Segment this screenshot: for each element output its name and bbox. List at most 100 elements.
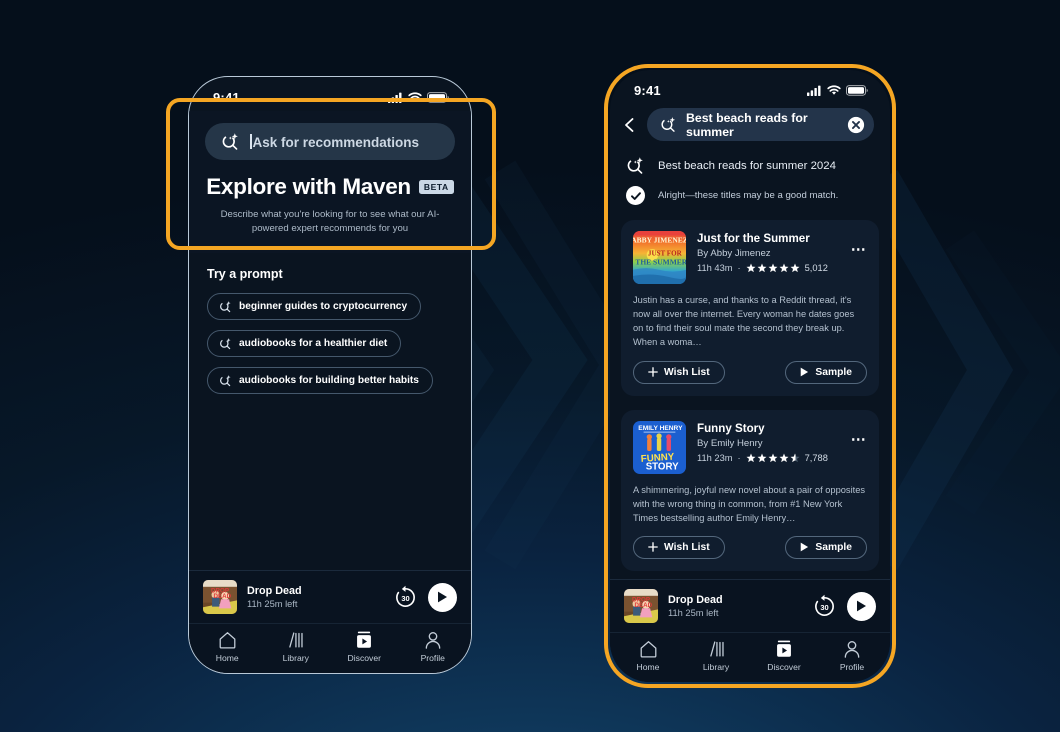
prompt-chip-list: beginner guides to cryptocurrency audiob…: [207, 293, 453, 404]
stat-separator: ·: [737, 263, 741, 273]
book-author: By Abby Jimenez: [697, 248, 771, 259]
book-card[interactable]: EMILY HENRY FUNNY STORY Funny Story By E…: [621, 409, 879, 571]
tab-label: Discover: [767, 662, 801, 672]
play-button[interactable]: [847, 591, 876, 621]
plus-icon: [648, 367, 658, 377]
more-dots-icon[interactable]: ⋯: [851, 432, 867, 447]
wish-list-button[interactable]: Wish List: [633, 360, 725, 384]
discover-icon: [775, 639, 793, 658]
sample-button[interactable]: Sample: [785, 360, 867, 384]
wifi-icon: [408, 91, 422, 102]
prompt-chip[interactable]: audiobooks for a healthier diet: [207, 330, 402, 358]
status-icon-group: [388, 91, 449, 103]
rewind-30-icon[interactable]: 30: [812, 594, 837, 619]
tab-profile[interactable]: Profile: [399, 630, 468, 663]
conversation-query-text: Best beach reads for summer 2024: [658, 159, 836, 172]
conversation-answer-text: Alright—these titles may be a good match…: [658, 190, 839, 201]
prompt-chip-label: audiobooks for building better habits: [239, 375, 419, 387]
left-status-bar: 9:41: [189, 77, 471, 111]
tab-label: Discover: [347, 653, 381, 663]
phone-left: 9:41 Ask for recommendations Explore wit…: [188, 76, 472, 674]
play-icon: [438, 591, 447, 603]
phone-right: 9:41 Best beach reads for summer Best be…: [610, 70, 890, 682]
check-circle-icon: [626, 186, 645, 205]
tab-home[interactable]: Home: [614, 639, 682, 672]
play-icon: [801, 542, 809, 552]
maven-search-input[interactable]: Ask for recommendations: [205, 123, 455, 160]
book-meta: Funny Story By Emily Henry 11h 23m · 7,7…: [697, 421, 867, 474]
book-header: ABBY JIMENEZ JUST FOR THE SUMMER Just fo…: [633, 231, 867, 284]
tab-profile[interactable]: Profile: [818, 639, 886, 672]
rewind-seconds-label: 30: [820, 602, 829, 612]
svg-text:DEAD: DEAD: [213, 593, 231, 600]
play-button[interactable]: [428, 582, 457, 612]
profile-icon: [424, 630, 442, 649]
maven-explore-panel: Ask for recommendations Explore with Mav…: [189, 111, 471, 254]
library-icon: [286, 630, 305, 649]
book-meta: Just for the Summer By Abby Jimenez 11h …: [697, 231, 867, 284]
mini-player[interactable]: DROP DEAD Drop Dead 11h 25m left 30: [610, 579, 890, 632]
prompt-chip[interactable]: beginner guides to cryptocurrency: [207, 293, 422, 321]
player-title: Drop Dead: [668, 594, 723, 606]
right-status-bar: 9:41: [610, 70, 890, 104]
search-header: Best beach reads for summer: [610, 104, 890, 149]
text-caret: [250, 133, 252, 149]
clear-x-icon[interactable]: [847, 116, 865, 134]
search-query-text: Best beach reads for summer: [686, 110, 808, 139]
back-chevron-icon[interactable]: [622, 117, 638, 133]
signal-bars-icon: [807, 85, 821, 96]
svg-text:STORY: STORY: [646, 461, 679, 472]
profile-icon: [843, 639, 861, 658]
tab-label: Library: [702, 662, 730, 672]
explore-subtitle: Describe what you're looking for to see …: [220, 209, 440, 234]
rating-count: 7,788: [804, 452, 828, 463]
stat-separator: ·: [737, 452, 741, 463]
discover-icon: [355, 630, 373, 649]
page-title: Explore with Maven: [206, 174, 411, 199]
book-stats: 11h 43m · 5,012: [697, 263, 867, 273]
home-icon: [639, 639, 658, 658]
wish-list-button[interactable]: Wish List: [633, 535, 725, 559]
drop-dead-cover: DROP DEAD: [203, 580, 237, 614]
tab-label: Home: [215, 653, 239, 663]
background-chevron-pattern: [0, 0, 1060, 732]
tab-home[interactable]: Home: [193, 630, 262, 663]
prompt-chip[interactable]: audiobooks for building better habits: [207, 367, 433, 395]
tab-library[interactable]: Library: [682, 639, 750, 672]
left-content-spacer: [189, 404, 471, 570]
mini-player[interactable]: DROP DEAD Drop Dead 11h 25m left 30: [189, 570, 471, 623]
player-info: Drop Dead 11h 25m left: [668, 594, 802, 618]
maven-sparkle-search-icon: [222, 133, 238, 150]
just-for-the-summer-cover: ABBY JIMENEZ JUST FOR THE SUMMER: [633, 231, 686, 284]
tab-discover[interactable]: Discover: [750, 639, 818, 672]
search-input[interactable]: Best beach reads for summer: [647, 108, 874, 141]
book-author: By Emily Henry: [697, 437, 763, 449]
player-info: Drop Dead 11h 25m left: [247, 585, 383, 609]
left-phone-screen: 9:41 Ask for recommendations Explore wit…: [189, 77, 471, 673]
library-icon: [707, 639, 726, 658]
tab-label: Profile: [420, 653, 445, 663]
svg-text:ABBY JIMENEZ: ABBY JIMENEZ: [633, 235, 686, 244]
maven-sparkle-search-icon: [220, 301, 231, 313]
svg-text:JUST FOR: JUST FOR: [648, 250, 683, 258]
rewind-30-icon[interactable]: 30: [393, 585, 418, 610]
book-card[interactable]: ABBY JIMENEZ JUST FOR THE SUMMER Just fo…: [621, 220, 879, 396]
rating-count: 5,012: [804, 263, 828, 273]
tab-discover[interactable]: Discover: [330, 630, 399, 663]
status-icon-group: [807, 84, 868, 96]
conversation-query-row: Best beach reads for summer 2024: [610, 149, 890, 182]
maven-search-placeholder: Ask for recommendations: [250, 133, 419, 150]
sample-button[interactable]: Sample: [785, 535, 867, 559]
more-dots-icon[interactable]: ⋯: [851, 242, 867, 257]
signal-bars-icon: [388, 92, 402, 103]
conversation-answer-row: Alright—these titles may be a good match…: [610, 182, 890, 213]
explore-title-row: Explore with Maven BETA: [205, 174, 455, 200]
prompt-chip-label: audiobooks for a healthier diet: [239, 338, 388, 350]
star-rating: [746, 453, 800, 463]
right-phone-screen: 9:41 Best beach reads for summer Best be…: [610, 70, 890, 682]
tab-library[interactable]: Library: [262, 630, 331, 663]
battery-icon: [846, 84, 868, 96]
plus-icon: [648, 542, 658, 553]
wifi-icon: [827, 84, 841, 95]
star-rating: [746, 263, 800, 273]
